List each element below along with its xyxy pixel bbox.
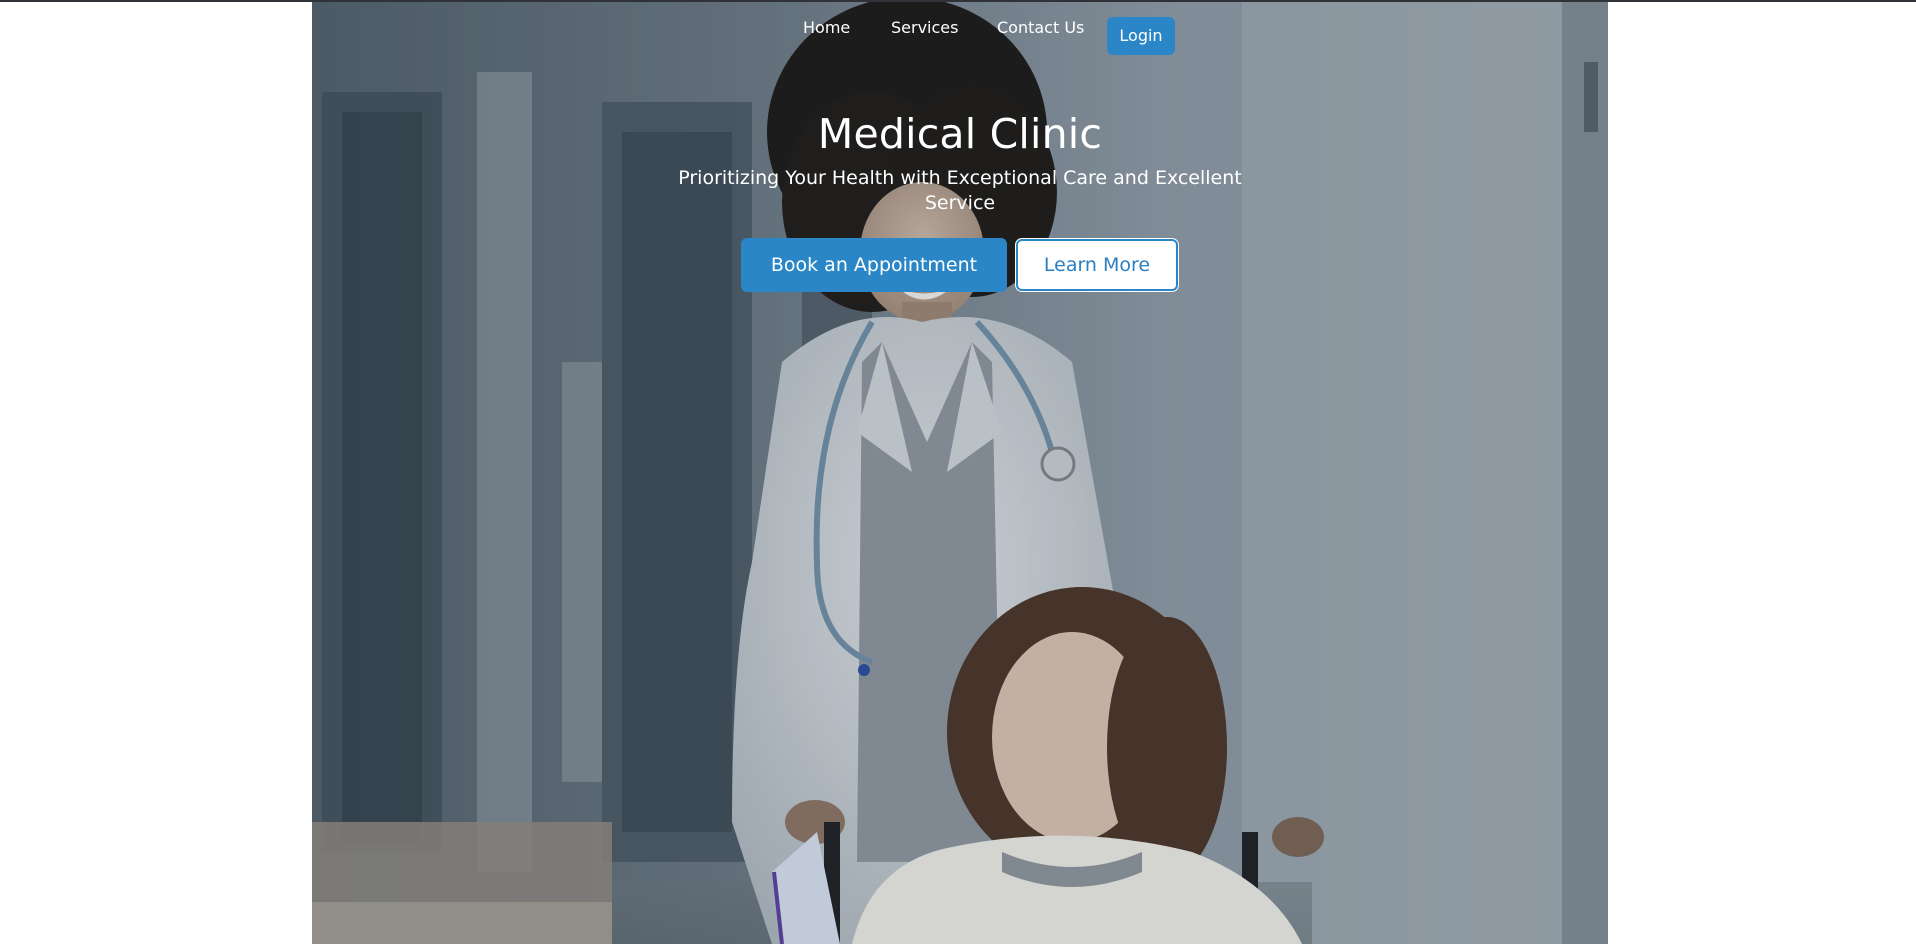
learn-more-button[interactable]: Learn More [1016, 239, 1178, 291]
hero-subtitle: Prioritizing Your Health with Exceptiona… [678, 167, 1242, 214]
nav-contact-link[interactable]: Contact Us [997, 18, 1084, 37]
nav-services-link[interactable]: Services [891, 18, 958, 37]
login-button[interactable]: Login [1107, 17, 1175, 55]
nav-home-link[interactable]: Home [803, 18, 850, 37]
book-appointment-button[interactable]: Book an Appointment [741, 238, 1007, 292]
hero-title: Medical Clinic [817, 110, 1103, 158]
top-navigation: Home Services Contact Us Login [312, 2, 1608, 62]
hero-section: Home Services Contact Us Login Medical C… [312, 2, 1608, 944]
